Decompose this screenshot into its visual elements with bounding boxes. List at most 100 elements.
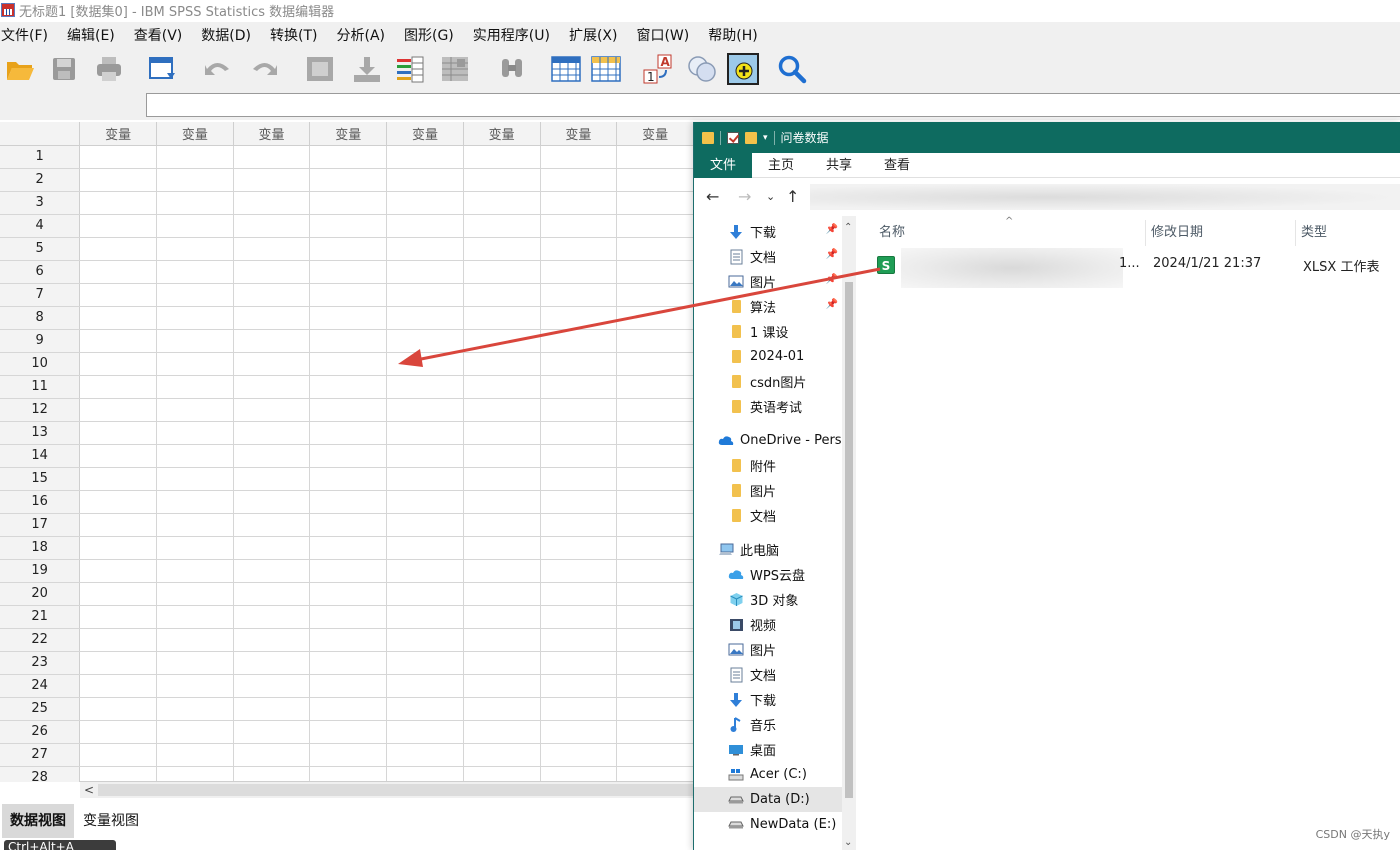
data-cell[interactable] <box>463 398 541 422</box>
data-cell[interactable] <box>386 398 464 422</box>
data-cell[interactable] <box>79 145 157 169</box>
tab-data-view[interactable]: 数据视图 <box>2 804 74 838</box>
data-cell[interactable] <box>79 536 157 560</box>
data-cell[interactable] <box>79 191 157 215</box>
data-cell[interactable] <box>616 260 694 284</box>
row-number[interactable]: 9 <box>0 329 81 353</box>
data-cell[interactable] <box>463 766 541 782</box>
data-cell[interactable] <box>233 260 311 284</box>
data-cell[interactable] <box>463 513 541 537</box>
data-cell[interactable] <box>616 651 694 675</box>
split-file-icon[interactable] <box>438 52 472 86</box>
data-cell[interactable] <box>386 536 464 560</box>
data-cell[interactable] <box>616 306 694 330</box>
column-header[interactable]: 变量 <box>233 122 311 146</box>
data-cell[interactable] <box>540 398 618 422</box>
data-cell[interactable] <box>156 766 234 782</box>
data-cell[interactable] <box>79 628 157 652</box>
data-cell[interactable] <box>540 490 618 514</box>
data-cell[interactable] <box>309 237 388 261</box>
column-header-type[interactable]: 类型 <box>1279 220 1400 246</box>
row-number[interactable]: 7 <box>0 283 81 307</box>
nav-item[interactable]: 1 课设 <box>694 319 842 344</box>
data-cell[interactable] <box>79 720 157 744</box>
data-cell[interactable] <box>233 559 311 583</box>
data-cell[interactable] <box>463 421 541 445</box>
data-cell[interactable] <box>386 766 464 782</box>
menu-item[interactable]: 窗口(W) <box>634 25 700 45</box>
data-cell[interactable] <box>616 582 694 606</box>
scrollbar-thumb[interactable] <box>98 784 698 796</box>
data-cell[interactable] <box>233 444 311 468</box>
data-cell[interactable] <box>540 513 618 537</box>
data-cell[interactable] <box>309 766 388 782</box>
data-cell[interactable] <box>463 697 541 721</box>
data-cell[interactable] <box>386 628 464 652</box>
scrollbar-thumb[interactable] <box>845 282 853 798</box>
data-cell[interactable] <box>233 145 311 169</box>
menu-item[interactable]: 扩展(X) <box>567 25 629 45</box>
column-header[interactable]: 变量 <box>616 122 694 146</box>
data-cell[interactable] <box>79 605 157 629</box>
data-cell[interactable] <box>616 743 694 767</box>
data-cell[interactable] <box>79 582 157 606</box>
data-cell[interactable] <box>309 398 388 422</box>
cell-editor-input[interactable] <box>146 93 1400 117</box>
data-cell[interactable] <box>386 145 464 169</box>
data-cell[interactable] <box>540 674 618 698</box>
column-header[interactable]: 变量 <box>463 122 541 146</box>
data-cell[interactable] <box>309 306 388 330</box>
nav-item[interactable]: NewData (E:) <box>694 812 842 837</box>
insert-cases-icon[interactable] <box>549 52 583 86</box>
data-cell[interactable] <box>386 467 464 491</box>
use-variable-sets-icon[interactable] <box>685 52 719 86</box>
data-cell[interactable] <box>386 352 464 376</box>
row-number[interactable]: 21 <box>0 605 81 629</box>
data-cell[interactable] <box>233 536 311 560</box>
data-cell[interactable] <box>463 237 541 261</box>
data-cell[interactable] <box>233 306 311 330</box>
nav-item[interactable]: OneDrive - Persc <box>694 428 842 453</box>
data-cell[interactable] <box>616 329 694 353</box>
grid-corner[interactable] <box>0 122 81 146</box>
data-cell[interactable] <box>233 421 311 445</box>
nav-item[interactable]: 图片 📌 <box>694 269 842 294</box>
column-header[interactable]: 变量 <box>309 122 388 146</box>
data-cell[interactable] <box>79 168 157 192</box>
data-cell[interactable] <box>233 191 311 215</box>
nav-item[interactable]: 图片 <box>694 478 842 503</box>
data-cell[interactable] <box>233 352 311 376</box>
data-cell[interactable] <box>386 513 464 537</box>
row-number[interactable]: 11 <box>0 375 81 399</box>
nav-item[interactable]: 下载 <box>694 687 842 712</box>
find-binoculars-icon[interactable] <box>495 52 529 86</box>
nav-item[interactable]: Data (D:) <box>694 787 842 812</box>
back-arrow-icon[interactable]: ← <box>706 187 719 206</box>
data-cell[interactable] <box>233 214 311 238</box>
data-cell[interactable] <box>386 559 464 583</box>
data-cell[interactable] <box>540 145 618 169</box>
row-number[interactable]: 17 <box>0 513 81 537</box>
data-cell[interactable] <box>463 214 541 238</box>
menu-item[interactable]: 编辑(E) <box>65 25 126 45</box>
nav-item[interactable]: 音乐 <box>694 712 842 737</box>
data-cell[interactable] <box>616 444 694 468</box>
data-cell[interactable] <box>386 375 464 399</box>
data-cell[interactable] <box>463 444 541 468</box>
data-cell[interactable] <box>540 375 618 399</box>
column-header-name[interactable]: 名称 <box>857 220 1145 246</box>
nav-item[interactable]: 文档 <box>694 503 842 528</box>
data-cell[interactable] <box>309 536 388 560</box>
row-number[interactable]: 12 <box>0 398 81 422</box>
data-cell[interactable] <box>309 191 388 215</box>
search-icon[interactable] <box>775 52 809 86</box>
row-number[interactable]: 19 <box>0 559 81 583</box>
data-cell[interactable] <box>309 559 388 583</box>
data-cell[interactable] <box>463 743 541 767</box>
data-cell[interactable] <box>233 283 311 307</box>
data-cell[interactable] <box>156 490 234 514</box>
menu-item[interactable]: 分析(A) <box>334 25 396 45</box>
data-cell[interactable] <box>616 513 694 537</box>
data-cell[interactable] <box>540 582 618 606</box>
nav-item[interactable]: 此电脑 <box>694 537 842 562</box>
